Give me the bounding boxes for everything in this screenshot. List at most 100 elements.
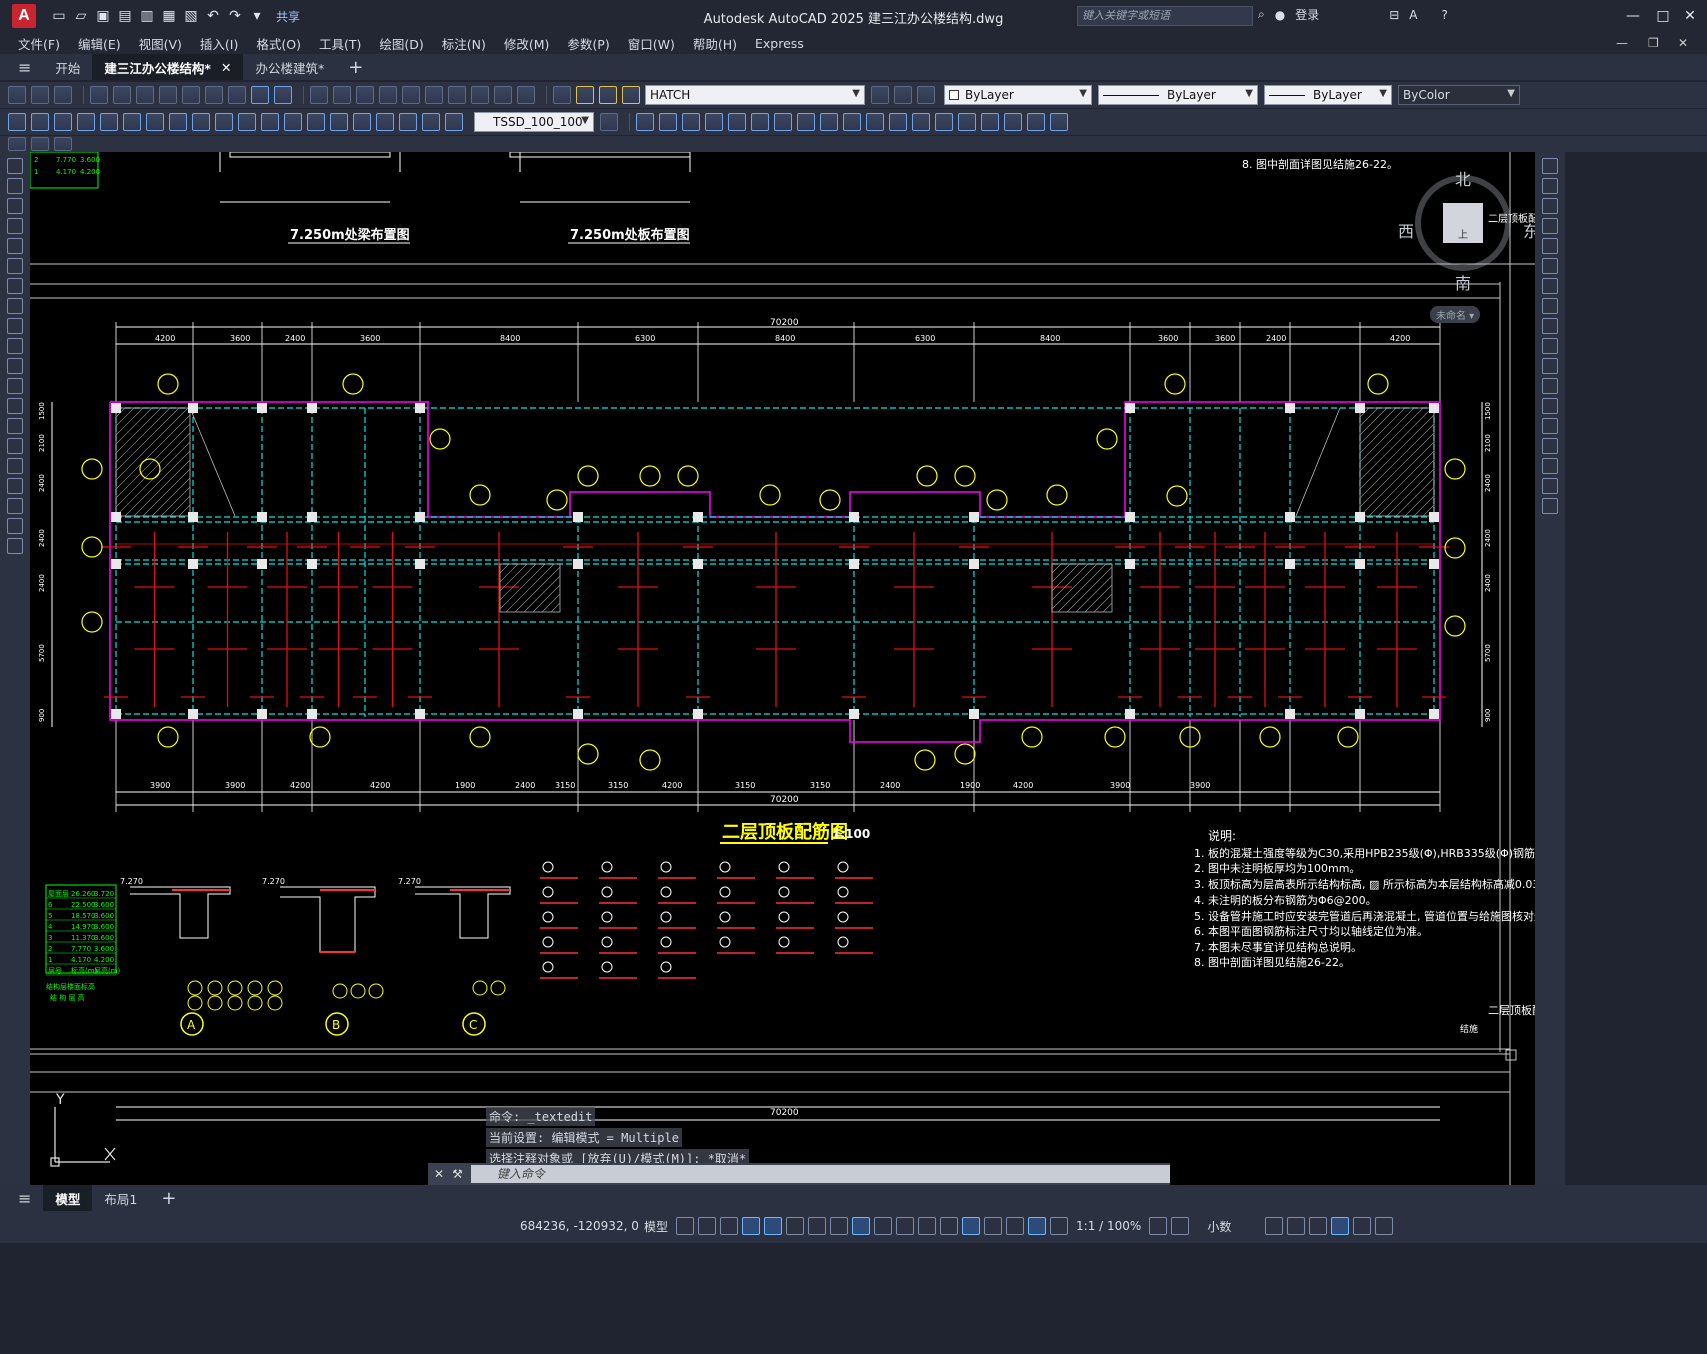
close-tab-icon[interactable]: ✕	[221, 60, 231, 75]
move-icon[interactable]	[728, 113, 746, 131]
open-file-icon[interactable]: ▱	[72, 7, 90, 25]
offset-palette-icon[interactable]	[1542, 218, 1558, 234]
layer-previous-icon[interactable]	[894, 86, 912, 104]
spline-icon[interactable]	[7, 318, 23, 334]
help-tb-icon[interactable]	[517, 86, 535, 104]
dim-linear-icon[interactable]	[8, 113, 26, 131]
cursor-coordinates[interactable]: 684236, -120932, 0	[520, 1219, 639, 1233]
group-icon[interactable]	[1050, 113, 1068, 131]
tab-architecture-drawing[interactable]: 办公楼建筑*	[243, 54, 336, 80]
snap-icon[interactable]	[698, 1217, 717, 1235]
auto-scale-icon[interactable]	[1050, 1217, 1069, 1235]
quick-properties-icon[interactable]	[1265, 1217, 1284, 1235]
layer-properties-icon[interactable]	[553, 86, 571, 104]
layer-state-icon[interactable]	[917, 86, 935, 104]
polar-icon[interactable]	[786, 1217, 805, 1235]
join-icon[interactable]	[889, 113, 907, 131]
rotate-palette-icon[interactable]	[1542, 278, 1558, 294]
qnew-icon[interactable]	[8, 86, 26, 104]
annotation-monitor-icon[interactable]	[1171, 1217, 1190, 1235]
units-dropdown[interactable]: 小数	[1207, 1218, 1231, 1235]
tab-structure-drawing[interactable]: 建三江办公楼结构* ✕	[92, 54, 244, 80]
rectangle-icon[interactable]	[7, 238, 23, 254]
menu-tools[interactable]: 工具(T)	[301, 34, 361, 53]
menu-view[interactable]: 视图(V)	[121, 34, 182, 53]
dim-aligned-icon[interactable]	[31, 113, 49, 131]
doc-minimize-button[interactable]: —	[1616, 36, 1628, 50]
doc-restore-button[interactable]: ❐	[1648, 36, 1659, 50]
viewcube-top-face[interactable]: 上	[1443, 203, 1483, 243]
copy-modify-icon[interactable]	[636, 113, 654, 131]
save-icon[interactable]: ▣	[94, 7, 112, 25]
publish-icon[interactable]	[136, 86, 154, 104]
dim-baseline-icon[interactable]	[215, 113, 233, 131]
erase-icon[interactable]	[981, 113, 999, 131]
object-snap-tracking-icon[interactable]	[830, 1217, 849, 1235]
tab-layout1[interactable]: 布局1	[92, 1185, 149, 1211]
chamfer-icon[interactable]	[912, 113, 930, 131]
revcloud-icon[interactable]	[7, 298, 23, 314]
misc-tool-3-icon[interactable]	[54, 137, 72, 151]
menu-file[interactable]: 文件(F)	[0, 34, 60, 53]
dim-continue-icon[interactable]	[238, 113, 256, 131]
rotate-icon[interactable]	[751, 113, 769, 131]
dynamic-input-icon[interactable]	[742, 1217, 761, 1235]
jogged-linear-icon[interactable]	[376, 113, 394, 131]
tab-start[interactable]: 开始	[43, 54, 92, 80]
clean-screen-icon[interactable]	[1353, 1217, 1372, 1235]
model-space-button[interactable]: 模型	[644, 1218, 668, 1235]
viewcube-east[interactable]: 东	[1523, 218, 1535, 242]
new-tab-plus-icon[interactable]: +	[336, 54, 375, 80]
polygon-icon[interactable]	[7, 218, 23, 234]
menu-modify[interactable]: 修改(M)	[486, 34, 550, 53]
annotation-visibility-icon[interactable]	[1028, 1217, 1047, 1235]
dim-space-icon[interactable]	[261, 113, 279, 131]
mtext-icon[interactable]	[7, 518, 23, 534]
customization-icon[interactable]	[1375, 1217, 1394, 1235]
plot-tb-icon[interactable]	[90, 86, 108, 104]
zoom-previous-icon[interactable]	[379, 86, 397, 104]
center-mark-icon[interactable]	[330, 113, 348, 131]
quick-dim-icon[interactable]	[192, 113, 210, 131]
add-selected-icon[interactable]	[7, 538, 23, 554]
search-input[interactable]: 键入关键字或短语	[1077, 6, 1253, 26]
calculator-icon[interactable]	[494, 86, 512, 104]
transparency-icon[interactable]	[896, 1217, 915, 1235]
object-snap-icon[interactable]	[852, 1217, 871, 1235]
new-layout-plus-icon[interactable]: +	[149, 1185, 188, 1211]
tolerance-icon[interactable]	[307, 113, 325, 131]
dim-ordinate-icon[interactable]	[77, 113, 95, 131]
redo-tb-icon[interactable]	[274, 86, 292, 104]
array-icon[interactable]	[705, 113, 723, 131]
infer-constraints-icon[interactable]	[720, 1217, 739, 1235]
dim-angular-icon[interactable]	[169, 113, 187, 131]
inspection-icon[interactable]	[353, 113, 371, 131]
scale-palette-icon[interactable]	[1542, 298, 1558, 314]
make-current-icon[interactable]	[871, 86, 889, 104]
menu-format[interactable]: 格式(O)	[238, 34, 301, 53]
new-file-icon[interactable]: ▭	[50, 7, 68, 25]
selection-filter-icon[interactable]	[984, 1217, 1003, 1235]
viewcube-west[interactable]: 西	[1398, 218, 1414, 242]
mirror-icon[interactable]	[659, 113, 677, 131]
trim-icon[interactable]	[820, 113, 838, 131]
tab-model[interactable]: 模型	[43, 1185, 93, 1211]
ellipse-icon[interactable]	[7, 338, 23, 354]
break-point-palette-icon[interactable]	[1542, 378, 1558, 394]
copy-palette-icon[interactable]	[1542, 178, 1558, 194]
offset-icon[interactable]	[682, 113, 700, 131]
dim-style-manager-icon[interactable]	[600, 113, 618, 131]
design-center-icon[interactable]	[425, 86, 443, 104]
layer-dropdown[interactable]: HATCH ▼	[645, 85, 865, 105]
scale-icon[interactable]	[774, 113, 792, 131]
plotstyle-dropdown[interactable]: ByColor ▼	[1398, 85, 1520, 105]
menu-edit[interactable]: 编辑(E)	[60, 34, 121, 53]
erase-palette-icon[interactable]	[1542, 158, 1558, 174]
dim-text-edit-icon[interactable]	[422, 113, 440, 131]
dim-radius-icon[interactable]	[100, 113, 118, 131]
share-button[interactable]: 共享	[276, 8, 300, 25]
stretch-icon[interactable]	[797, 113, 815, 131]
insert-icon[interactable]	[7, 378, 23, 394]
layer-lock-icon[interactable]	[622, 86, 640, 104]
close-command-icon[interactable]: ✕	[434, 1167, 444, 1181]
